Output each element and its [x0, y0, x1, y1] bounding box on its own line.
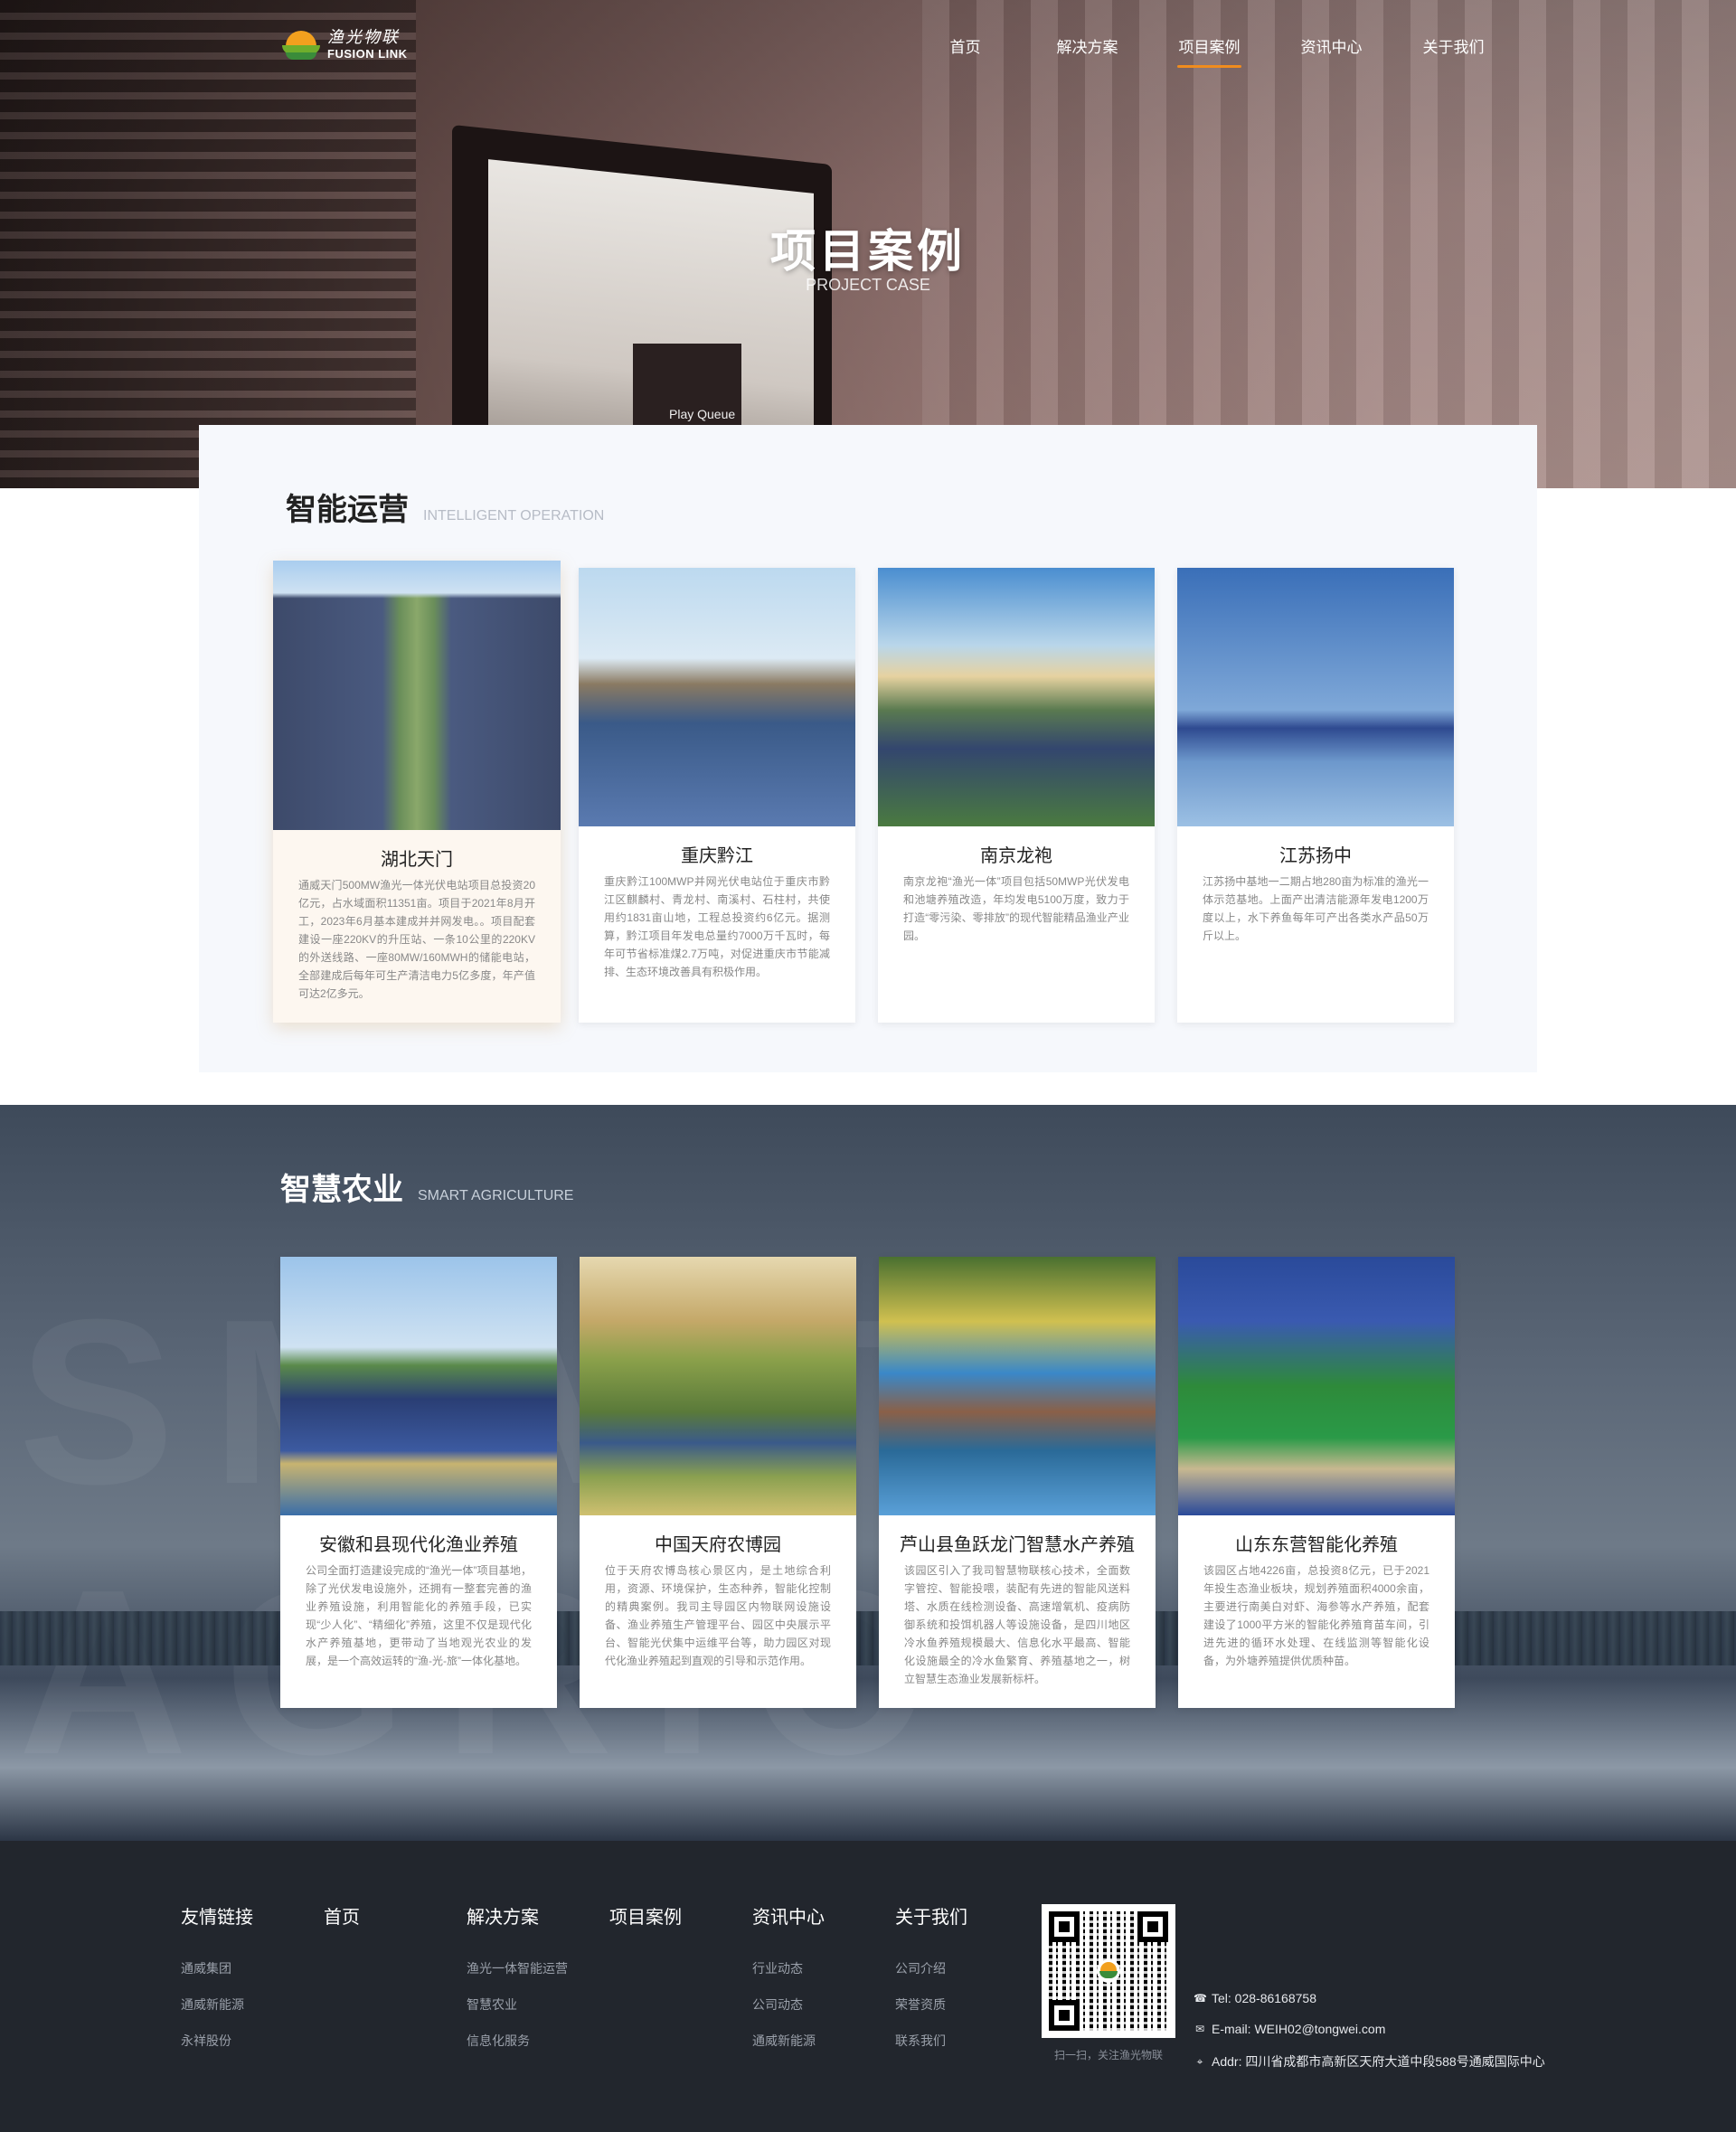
- address-text: Addr: 四川省成都市高新区天府大道中段588号通威国际中心: [1212, 2054, 1545, 2069]
- contact-email: ✉ E-mail: WEIH02@tongwei.com: [1194, 2022, 1545, 2036]
- section-subtitle: SMART AGRICULTURE: [418, 1188, 574, 1203]
- footer-link[interactable]: 通威集团: [181, 1959, 253, 1977]
- contact-info: ☎ Tel: 028-86168758 ✉ E-mail: WEIH02@ton…: [1194, 1991, 1545, 2087]
- page-subtitle: PROJECT CASE: [806, 276, 930, 294]
- footer-col-news: 资讯中心 行业动态 公司动态 通威新能源: [752, 1902, 825, 2068]
- case-name: 芦山县鱼跃龙门智慧水产养殖: [900, 1535, 1135, 1555]
- section-heading: 智能运营 INTELLIGENT OPERATION: [286, 485, 604, 529]
- case-card-lushan[interactable]: 芦山县鱼跃龙门智慧水产养殖 该园区引入了我司智慧物联核心技术，全面数字管控、智能…: [879, 1257, 1156, 1708]
- footer-link[interactable]: 智慧农业: [467, 1995, 568, 2014]
- footer-link[interactable]: 公司介绍: [895, 1959, 967, 1977]
- case-name: 南京龙袍: [980, 846, 1052, 866]
- hero-banner: Play Queue 渔光物联 FUSION LINK 首页 解决方案 项目案例…: [0, 0, 1736, 488]
- case-name: 湖北天门: [381, 850, 453, 870]
- footer-link[interactable]: 荣誉资质: [895, 1995, 967, 2014]
- footer-link[interactable]: 通威新能源: [752, 2032, 825, 2050]
- case-name: 中国天府农博园: [655, 1535, 781, 1555]
- case-card-chongqing-qianjiang[interactable]: 重庆黔江 重庆黔江100MWP并网光伏电站位于重庆市黔江区麒麟村、青龙村、南溪村…: [579, 568, 855, 1023]
- footer-heading[interactable]: 关于我们: [895, 1902, 967, 1929]
- case-card-shandong-dongying[interactable]: 山东东营智能化养殖 该园区占地4226亩，总投资8亿元，已于2021年投生态渔业…: [1178, 1257, 1455, 1708]
- footer-link[interactable]: 永祥股份: [181, 2032, 253, 2050]
- intelligent-operation-section: 智能运营 INTELLIGENT OPERATION 湖北天门 通威天门500M…: [199, 425, 1537, 1072]
- logo-en: FUSION LINK: [327, 46, 408, 61]
- qr-caption: 扫一扫，关注渔光物联: [1053, 2049, 1163, 2061]
- case-image: [879, 1257, 1156, 1515]
- footer-col-about: 关于我们 公司介绍 荣誉资质 联系我们: [895, 1902, 967, 2068]
- footer-link[interactable]: 公司动态: [752, 1995, 825, 2014]
- case-name: 山东东营智能化养殖: [1235, 1535, 1398, 1555]
- contact-tel: ☎ Tel: 028-86168758: [1194, 1991, 1545, 2005]
- section-heading: 智慧农业 SMART AGRICULTURE: [280, 1165, 573, 1209]
- screen-text: Play Queue: [669, 407, 736, 421]
- case-name: 江苏扬中: [1279, 846, 1352, 866]
- case-desc: 重庆黔江100MWP并网光伏电站位于重庆市黔江区麒麟村、青龙村、南溪村、石柱村，…: [604, 875, 830, 978]
- section-subtitle: INTELLIGENT OPERATION: [423, 508, 605, 524]
- case-image: [579, 568, 855, 826]
- nav-home[interactable]: 首页: [904, 34, 1026, 68]
- phone-icon: ☎: [1194, 1992, 1207, 2005]
- case-card-hubei-tianmen[interactable]: 湖北天门 通威天门500MW渔光一体光伏电站项目总投资20亿元，占水域面积113…: [273, 561, 561, 1023]
- footer-col-solutions: 解决方案 渔光一体智能运营 智慧农业 信息化服务: [467, 1902, 568, 2068]
- footer-link[interactable]: 信息化服务: [467, 2032, 568, 2050]
- tel-text: Tel: 028-86168758: [1212, 1991, 1316, 2005]
- nav-about[interactable]: 关于我们: [1392, 34, 1514, 68]
- footer-col-cases: 项目案例: [609, 1902, 682, 1959]
- nav-solutions[interactable]: 解决方案: [1026, 34, 1148, 68]
- case-card-list: 安徽和县现代化渔业养殖 公司全面打造建设完成的“渔光一体”项目基地，除了光伏发电…: [280, 1257, 1477, 1708]
- case-image: [273, 561, 561, 830]
- case-image: [878, 568, 1155, 826]
- case-image: [280, 1257, 557, 1515]
- case-desc: 江苏扬中基地一二期占地280亩为标准的渔光一体示范基地。上面产出清洁能源年发电1…: [1203, 875, 1429, 942]
- case-desc: 该园区占地4226亩，总投资8亿元，已于2021年投生态渔业板块，规划养殖面积4…: [1203, 1564, 1429, 1667]
- case-card-list: 湖北天门 通威天门500MW渔光一体光伏电站项目总投资20亿元，占水域面积113…: [273, 561, 1477, 1023]
- footer-link[interactable]: 渔光一体智能运营: [467, 1959, 568, 1977]
- case-desc: 公司全面打造建设完成的“渔光一体”项目基地，除了光伏发电设施外，还拥有一整套完善…: [306, 1564, 532, 1667]
- case-card-tianfu-agripark[interactable]: 中国天府农博园 位于天府农博岛核心景区内，是土地综合利用，资源、环境保护，生态种…: [580, 1257, 856, 1708]
- site-logo[interactable]: 渔光物联 FUSION LINK: [280, 27, 408, 63]
- case-image: [580, 1257, 856, 1515]
- main-nav: 首页 解决方案 项目案例 资讯中心 关于我们: [904, 34, 1514, 68]
- footer-heading[interactable]: 项目案例: [609, 1902, 682, 1929]
- case-desc: 南京龙袍“渔光一体”项目包括50MWP光伏发电和池塘养殖改造，年均发电5100万…: [903, 875, 1129, 942]
- logo-mark-icon: [280, 27, 322, 63]
- mail-icon: ✉: [1194, 2023, 1205, 2035]
- case-name: 安徽和县现代化渔业养殖: [319, 1535, 518, 1555]
- footer-col-home: 首页: [324, 1902, 360, 1959]
- section-title: 智慧农业: [280, 1173, 403, 1207]
- case-card-anhui-hexian[interactable]: 安徽和县现代化渔业养殖 公司全面打造建设完成的“渔光一体”项目基地，除了光伏发电…: [280, 1257, 557, 1708]
- case-image: [1177, 568, 1454, 826]
- case-card-jiangsu-yangzhong[interactable]: 江苏扬中 江苏扬中基地一二期占地280亩为标准的渔光一体示范基地。上面产出清洁能…: [1177, 568, 1454, 1023]
- smart-agriculture-section: SMART AGRIC 智慧农业 SMART AGRICULTURE 安徽和县现…: [0, 1105, 1736, 1841]
- contact-address: ⌖ Addr: 四川省成都市高新区天府大道中段588号通威国际中心: [1194, 2052, 1545, 2071]
- case-desc: 该园区引入了我司智慧物联核心技术，全面数字管控、智能投喂，装配有先进的智能风送料…: [904, 1564, 1130, 1685]
- footer-col-links: 友情链接 通威集团 通威新能源 永祥股份: [181, 1902, 253, 2068]
- case-desc: 位于天府农博岛核心景区内，是土地综合利用，资源、环境保护，生态种养，智能化控制的…: [605, 1564, 831, 1667]
- case-card-nanjing-longpao[interactable]: 南京龙袍 南京龙袍“渔光一体”项目包括50MWP光伏发电和池塘养殖改造，年均发电…: [878, 568, 1155, 1023]
- logo-cn: 渔光物联: [327, 28, 400, 48]
- nav-news[interactable]: 资讯中心: [1270, 34, 1392, 68]
- case-desc: 通威天门500MW渔光一体光伏电站项目总投资20亿元，占水域面积11351亩。项…: [298, 879, 535, 1000]
- email-text[interactable]: E-mail: WEIH02@tongwei.com: [1212, 2022, 1385, 2036]
- footer-heading[interactable]: 资讯中心: [752, 1902, 825, 1929]
- footer-heading[interactable]: 首页: [324, 1902, 360, 1929]
- qr-code: [1042, 1904, 1175, 2038]
- nav-cases[interactable]: 项目案例: [1148, 34, 1270, 68]
- qr-logo-icon: [1097, 1959, 1120, 1983]
- footer-link[interactable]: 行业动态: [752, 1959, 825, 1977]
- case-image: [1178, 1257, 1455, 1515]
- section-title: 智能运营: [286, 493, 409, 527]
- footer-heading: 友情链接: [181, 1908, 253, 1928]
- footer-link[interactable]: 通威新能源: [181, 1995, 253, 2014]
- footer-heading[interactable]: 解决方案: [467, 1902, 568, 1929]
- footer-link[interactable]: 联系我们: [895, 2032, 967, 2050]
- location-icon: ⌖: [1196, 2054, 1203, 2068]
- page-title: 项目案例: [770, 226, 966, 277]
- site-footer: 友情链接 通威集团 通威新能源 永祥股份 首页 解决方案 渔光一体智能运营 智慧…: [0, 1841, 1736, 2132]
- case-name: 重庆黔江: [681, 846, 753, 866]
